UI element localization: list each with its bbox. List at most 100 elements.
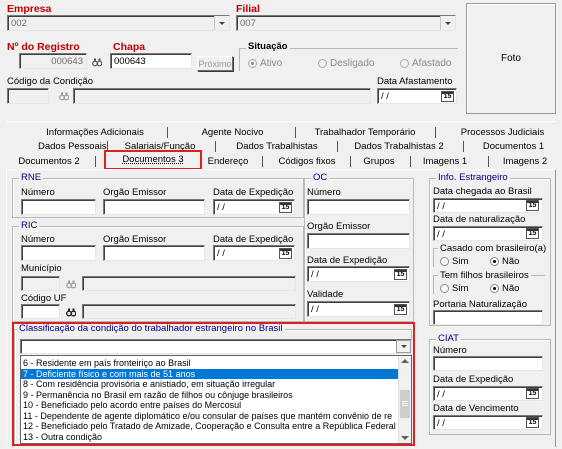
tab-strip-top xyxy=(6,121,556,122)
radio-icon xyxy=(400,58,409,68)
situacao-afastado-option[interactable]: Afastado xyxy=(400,58,451,69)
calendar-icon[interactable]: 15 xyxy=(279,202,292,213)
tab-imagens-2[interactable]: Imagens 2 xyxy=(495,155,555,168)
ric-data-value: / / xyxy=(217,248,225,259)
calendar-icon[interactable]: 15 xyxy=(526,388,539,399)
tab-trabalhador-temporario[interactable]: Trabalhador Temporário xyxy=(300,126,430,139)
calendar-icon[interactable]: 15 xyxy=(279,248,292,259)
casado-sim-option[interactable]: Sim xyxy=(440,256,468,267)
naturalizacao-label: Data de naturalização xyxy=(433,214,526,225)
tab-imagens-1[interactable]: Imagens 1 xyxy=(415,155,475,168)
ric-orgao-field[interactable] xyxy=(103,245,205,261)
chapa-field[interactable]: 000643 xyxy=(110,53,192,69)
registro-label: Nº do Registro xyxy=(7,41,80,53)
tab-codigos-fixos[interactable]: Códigos fixos xyxy=(272,155,342,168)
binoculars-icon[interactable] xyxy=(66,307,76,317)
tab-processos-judiciais[interactable]: Processos Judiciais xyxy=(450,126,555,139)
binoculars-icon[interactable] xyxy=(66,279,76,289)
calendar-icon[interactable]: 15 xyxy=(394,304,407,315)
ciat-data-vencimento-label: Data de Vencimento xyxy=(433,403,519,414)
chapa-label: Chapa xyxy=(113,41,146,53)
calendar-icon[interactable]: 15 xyxy=(441,91,454,102)
codigo-condicao-field[interactable] xyxy=(7,88,49,104)
casado-nao-option[interactable]: Não xyxy=(490,256,519,267)
calendar-icon[interactable]: 15 xyxy=(526,228,539,239)
tab-separator xyxy=(95,156,96,167)
tab-separator xyxy=(463,141,464,152)
codigo-uf-field[interactable] xyxy=(21,304,60,319)
radio-icon xyxy=(318,58,327,68)
empresa-select[interactable]: 002 xyxy=(7,15,230,31)
tab-dados-pessoais[interactable]: Dados Pessoais xyxy=(38,140,107,153)
data-afastamento-label: Data Afastamento xyxy=(377,76,453,87)
filial-label: Filial xyxy=(236,3,260,15)
filhos-nao-option[interactable]: Não xyxy=(490,283,519,294)
tab-separator xyxy=(167,127,168,138)
tab-documentos-2[interactable]: Documentos 2 xyxy=(10,155,88,168)
chapa-value: 000643 xyxy=(114,56,146,67)
calendar-icon[interactable]: 15 xyxy=(526,200,539,211)
binoculars-icon[interactable] xyxy=(92,57,102,67)
tab-informacoes-adicionais[interactable]: Informações Adicionais xyxy=(35,126,155,139)
portaria-field[interactable] xyxy=(433,310,543,325)
situacao-ativo-option[interactable]: Ativo xyxy=(248,58,282,69)
oc-validade-value: / / xyxy=(311,304,319,315)
chevron-down-icon xyxy=(445,21,451,25)
rne-orgao-field[interactable] xyxy=(103,199,205,215)
highlight-box-classificacao xyxy=(12,322,415,446)
binoculars-icon[interactable] xyxy=(59,91,69,101)
ciat-data-expedicao-value: / / xyxy=(437,389,445,400)
photo-frame[interactable]: Foto xyxy=(466,3,556,114)
ciat-numero-field[interactable] xyxy=(433,356,543,371)
rne-orgao-label: Orgão Emissor xyxy=(103,187,167,198)
municipio-label: Município xyxy=(21,263,62,274)
oc-data-value: / / xyxy=(311,269,319,280)
oc-orgao-label: Orgão Emissor xyxy=(307,221,371,232)
tab-dados-trabalhistas[interactable]: Dados Trabalhistas xyxy=(227,140,327,153)
ric-numero-field[interactable] xyxy=(21,245,96,261)
tab-documentos-1[interactable]: Documentos 1 xyxy=(476,140,551,153)
ciat-numero-label: Número xyxy=(433,345,467,356)
rne-numero-field[interactable] xyxy=(21,199,96,215)
calendar-icon[interactable]: 15 xyxy=(526,417,539,428)
registro-field[interactable]: 000643 xyxy=(19,53,87,69)
tab-separator xyxy=(435,127,436,138)
proximo-button[interactable]: Próximo xyxy=(197,56,233,71)
radio-icon xyxy=(490,256,499,266)
ciat-title: CIAT xyxy=(436,333,461,344)
tab-endereco[interactable]: Endereço xyxy=(203,155,253,168)
tab-separator xyxy=(337,141,338,152)
tab-grupos[interactable]: Grupos xyxy=(358,155,400,168)
tab-separator xyxy=(410,156,411,167)
situacao-desligado-option[interactable]: Desligado xyxy=(318,58,374,69)
filial-dropdown-button[interactable] xyxy=(440,16,455,30)
tab-agente-nocivo[interactable]: Agente Nocivo xyxy=(185,126,280,139)
empresa-dropdown-button[interactable] xyxy=(214,16,229,30)
ciat-data-expedicao-label: Data de Expedição xyxy=(433,374,514,385)
radio-icon xyxy=(440,283,449,293)
calendar-icon[interactable]: 15 xyxy=(394,269,407,280)
tab-separator xyxy=(215,141,216,152)
oc-orgao-field[interactable] xyxy=(307,233,410,249)
tab-separator xyxy=(350,156,351,167)
oc-numero-label: Número xyxy=(307,187,341,198)
casado-label: Casado com brasileiro(a) xyxy=(438,243,549,254)
radio-icon xyxy=(490,283,499,293)
oc-title: OC xyxy=(311,172,330,183)
codigo-condicao-label: Código da Condição xyxy=(7,76,94,87)
oc-numero-field[interactable] xyxy=(307,199,410,215)
situacao-label: Situação xyxy=(246,41,290,52)
chevron-down-icon xyxy=(219,21,225,25)
codigo-condicao-descricao xyxy=(73,88,371,104)
radio-icon xyxy=(248,58,257,68)
tab-dados-trabalhistas-2[interactable]: Dados Trabalhistas 2 xyxy=(345,140,453,153)
rne-data-label: Data de Expedição xyxy=(213,187,294,198)
filial-select[interactable]: 007 xyxy=(236,15,456,31)
municipio-code-field[interactable] xyxy=(21,276,60,291)
ric-data-label: Data de Expedição xyxy=(213,234,294,245)
situacao-desligado-label: Desligado xyxy=(330,58,375,69)
filhos-label: Tem filhos brasileiros xyxy=(438,270,531,281)
filhos-sim-option[interactable]: Sim xyxy=(440,283,468,294)
data-afastamento-value: / / xyxy=(381,91,389,102)
ric-orgao-label: Orgão Emissor xyxy=(103,234,167,245)
